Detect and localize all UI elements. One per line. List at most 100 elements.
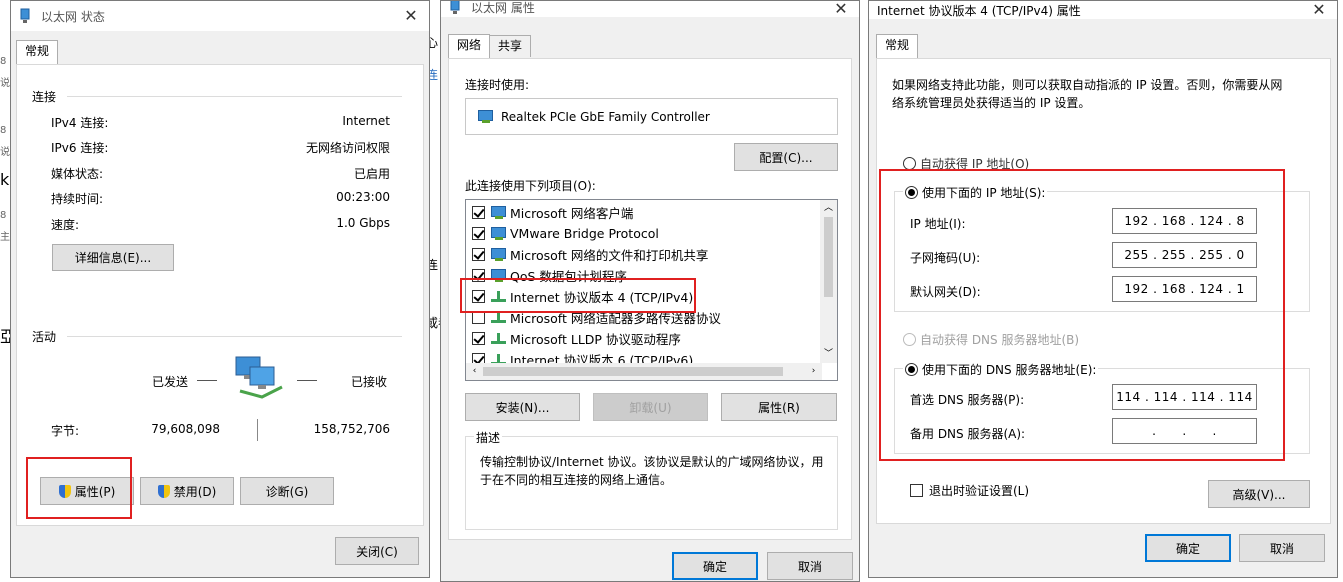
scroll-thumb[interactable] [483,367,783,376]
item-checkbox[interactable] [472,332,485,345]
cancel-button[interactable]: 取消 [1239,534,1325,562]
items-list[interactable]: Microsoft 网络客户端 VMware Bridge Protocol M… [465,199,838,381]
item-checkbox[interactable] [472,206,485,219]
configure-button[interactable]: 配置(C)... [734,143,838,171]
disable-button[interactable]: 禁用(D) [140,477,234,505]
sent-line [197,380,217,381]
network-client-icon [491,248,506,261]
recv-line [297,380,317,381]
properties-button[interactable]: 属性(P) [40,477,134,505]
scroll-down-icon[interactable]: ﹀ [820,346,837,363]
manual-dns-group: 使用下面的 DNS 服务器地址(E): 首选 DNS 服务器(P): 114 .… [894,361,1310,454]
ethernet-status-window: 以太网 状态 ✕ 常规 连接 IPv4 连接: Internet IPv6 连接… [10,0,430,578]
tab-network[interactable]: 网络 [448,34,491,58]
tab-general[interactable]: 常规 [16,40,59,64]
list-item[interactable]: Microsoft 网络的文件和打印机共享 [472,244,708,265]
list-item[interactable]: Microsoft LLDP 协议驱动程序 [472,328,681,349]
manual-dns-radio[interactable]: 使用下面的 DNS 服务器地址(E): [903,361,1099,378]
scroll-right-icon[interactable]: › [805,363,822,380]
ok-button[interactable]: 确定 [1145,534,1231,562]
item-checkbox[interactable] [472,248,485,261]
tab-panel: 连接 IPv4 连接: Internet IPv6 连接: 无网络访问权限 媒体… [16,64,424,526]
radio-icon[interactable] [905,363,918,376]
subnet-mask-input[interactable]: 255 . 255 . 255 . 0 [1112,242,1257,268]
speed-value: 1.0 Gbps [336,216,390,230]
adapter-box: Realtek PCIe GbE Family Controller [465,98,838,135]
item-label: Microsoft 网络的文件和打印机共享 [510,248,709,263]
uninstall-button[interactable]: 卸载(U) [593,393,708,421]
ip-address-input[interactable]: 192 . 168 . 124 . 8 [1112,208,1257,234]
checkbox-icon[interactable] [910,484,923,497]
preferred-dns-input[interactable]: 114 . 114 . 114 . 114 [1112,384,1257,410]
network-activity-icon [232,353,284,401]
network-icon [19,8,35,24]
scroll-thumb[interactable] [824,217,833,297]
ipv6-connection-value: 无网络访问权限 [305,141,390,155]
details-button[interactable]: 详细信息(E)... [52,244,174,271]
bg-fragment: 说 [0,147,10,158]
title-bar[interactable]: 以太网 属性 [441,0,859,17]
manual-ip-radio[interactable]: 使用下面的 IP 地址(S): [903,184,1048,201]
install-button[interactable]: 安装(N)... [465,393,580,421]
list-item[interactable]: Internet 协议版本 4 (TCP/IPv4) [472,286,693,307]
manual-ip-label: 使用下面的 IP 地址(S): [922,186,1046,200]
description-text: 传输控制协议/Internet 协议。该协议是默认的广域网络协议，用 [480,455,824,469]
auto-dns-radio[interactable]: 自动获得 DNS 服务器地址(B) [903,331,1079,348]
validate-checkbox[interactable]: 退出时验证设置(L) [910,482,1029,499]
close-button[interactable]: 关闭(C) [335,537,419,565]
horizontal-scrollbar[interactable]: ‹ › [466,363,822,380]
item-checkbox[interactable] [472,290,485,303]
tab-panel: 连接时使用: Realtek PCIe GbE Family Controlle… [448,58,852,540]
title-bar[interactable]: Internet 协议版本 4 (TCP/IPv4) 属性 [869,1,1337,19]
window-title: 以太网 属性 [471,0,535,15]
description-label: 描述 [474,429,503,446]
description-group: 描述 传输控制协议/Internet 协议。该协议是默认的广域网络协议，用 于在… [465,429,838,530]
alternate-dns-label: 备用 DNS 服务器(A): [910,427,1026,441]
bytes-divider [257,419,258,441]
cancel-button[interactable]: 取消 [767,552,853,580]
subnet-mask-label: 子网掩码(U): [910,251,981,265]
ipv4-properties-window: Internet 协议版本 4 (TCP/IPv4) 属性 ✕ 常规 如果网络支… [868,0,1338,578]
adapter-icon [478,110,493,123]
item-checkbox[interactable] [472,227,485,240]
scroll-left-icon[interactable]: ‹ [466,363,483,380]
window-title: Internet 协议版本 4 (TCP/IPv4) 属性 [877,3,1081,18]
item-label: Internet 协议版本 4 (TCP/IPv4) [510,290,694,305]
default-gateway-input[interactable]: 192 . 168 . 124 . 1 [1112,276,1257,302]
media-state-value: 已启用 [353,167,390,181]
radio-icon[interactable] [903,333,916,346]
title-bar[interactable]: 以太网 状态 [11,1,429,31]
items-label: 此连接使用下列项目(O): [465,179,596,193]
advanced-button[interactable]: 高级(V)... [1208,480,1310,508]
duration-label: 持续时间: [51,192,104,206]
list-item[interactable]: Microsoft 网络客户端 [472,202,633,223]
description-text: 于在不同的相互连接的网络上通信。 [480,473,673,487]
item-properties-button[interactable]: 属性(R) [721,393,837,421]
radio-icon[interactable] [903,157,916,170]
auto-ip-radio[interactable]: 自动获得 IP 地址(O) [903,155,1029,172]
close-icon[interactable]: ✕ [401,6,421,26]
ipv4-connection-value: Internet [342,114,390,128]
close-icon[interactable]: ✕ [1309,1,1329,20]
tab-sharing[interactable]: 共享 [489,35,532,57]
preferred-dns-label: 首选 DNS 服务器(P): [910,393,1025,407]
radio-icon[interactable] [905,186,918,199]
item-checkbox[interactable] [472,269,485,282]
tab-general[interactable]: 常规 [876,34,919,58]
protocol-icon [491,311,506,324]
background-window: 8 说 8 说 k 8 主 亞 [0,0,16,582]
vertical-scrollbar[interactable]: ︿ ﹀ [820,200,837,363]
window-title: 以太网 状态 [41,9,105,24]
list-item[interactable]: Microsoft 网络适配器多路传送器协议 [472,307,721,328]
shield-icon [58,484,71,498]
scroll-up-icon[interactable]: ︿ [820,200,837,217]
list-item[interactable]: VMware Bridge Protocol [472,223,659,244]
ethernet-properties-window: 以太网 属性 ✕ 网络 共享 连接时使用: Realtek PCIe GbE F… [440,0,860,582]
diagnose-button[interactable]: 诊断(G) [240,477,334,505]
list-item[interactable]: QoS 数据包计划程序 [472,265,627,286]
ok-button[interactable]: 确定 [672,552,758,580]
alternate-dns-input[interactable]: . . . [1112,418,1257,444]
item-checkbox[interactable] [472,311,485,324]
bytes-sent-value: 79,608,098 [151,422,220,436]
close-icon[interactable]: ✕ [831,1,851,19]
